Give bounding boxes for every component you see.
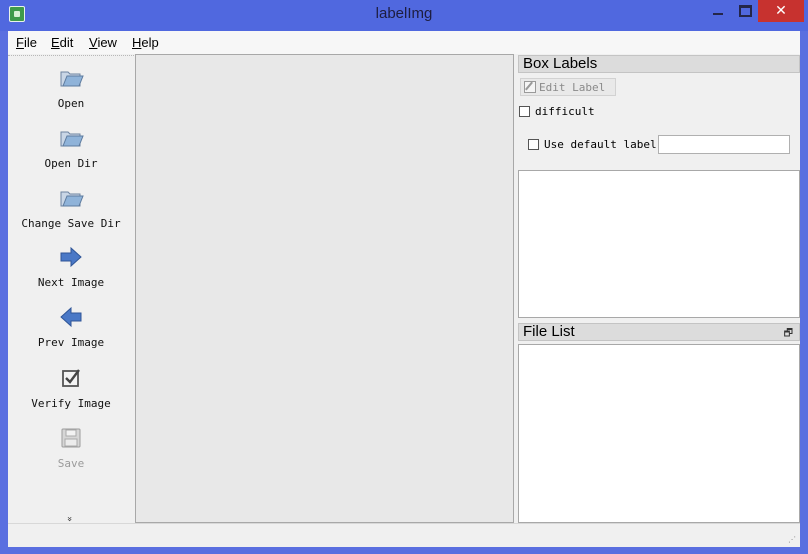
edit-label-button[interactable]: Edit Label [520, 78, 616, 96]
close-icon: ✕ [775, 3, 787, 19]
arrow-right-icon [60, 246, 82, 268]
change-save-dir-button[interactable]: Change Save Dir [8, 185, 134, 230]
minimize-icon [713, 13, 723, 15]
box-labels-header: Box Labels [518, 55, 800, 73]
open-button[interactable]: Open [8, 65, 134, 110]
default-label-input[interactable] [658, 135, 790, 154]
use-default-label-row[interactable]: Use default label [528, 138, 657, 151]
tool-bar: Open Open Dir Change Save Dir Next Image… [8, 55, 134, 524]
difficult-checkbox[interactable] [519, 106, 530, 117]
folder-icon [60, 131, 84, 147]
main-area: File Edit View Help Open Open Dir Change… [8, 31, 800, 547]
maximize-icon [738, 5, 752, 17]
float-panel-icon[interactable]: 🗗 [784, 326, 793, 342]
file-list[interactable] [518, 344, 800, 523]
menu-bar: File Edit View Help [8, 31, 800, 54]
save-icon [61, 428, 81, 448]
menu-file[interactable]: File [16, 35, 37, 50]
title-bar[interactable]: labelImg ✕ [0, 0, 808, 31]
file-list-header: File List 🗗 [518, 323, 800, 341]
folder-icon [60, 71, 84, 87]
minimize-button[interactable] [705, 0, 731, 22]
close-button[interactable]: ✕ [758, 0, 804, 22]
status-bar: ⋰ [8, 523, 800, 547]
next-image-button[interactable]: Next Image [8, 244, 134, 289]
difficult-checkbox-row[interactable]: difficult [519, 105, 595, 118]
maximize-button[interactable] [732, 0, 758, 22]
image-canvas[interactable] [135, 54, 514, 523]
use-default-label-checkbox[interactable] [528, 139, 539, 150]
app-window: labelImg ✕ File Edit View Help Open Open… [0, 0, 808, 554]
prev-image-button[interactable]: Prev Image [8, 304, 134, 349]
save-button[interactable]: Save [8, 425, 134, 470]
checkbox-icon [62, 369, 80, 387]
window-title: labelImg [375, 5, 433, 22]
menu-help[interactable]: Help [132, 35, 159, 50]
toolbar-overflow-icon[interactable]: » [64, 516, 74, 522]
box-labels-list[interactable] [518, 170, 800, 318]
open-dir-button[interactable]: Open Dir [8, 125, 134, 170]
menu-view[interactable]: View [89, 35, 117, 50]
verify-image-button[interactable]: Verify Image [8, 365, 134, 410]
resize-grip-icon[interactable]: ⋰ [788, 535, 797, 544]
edit-icon [524, 81, 536, 93]
folder-icon [60, 191, 84, 207]
menu-edit[interactable]: Edit [51, 35, 73, 50]
arrow-left-icon [60, 306, 82, 328]
